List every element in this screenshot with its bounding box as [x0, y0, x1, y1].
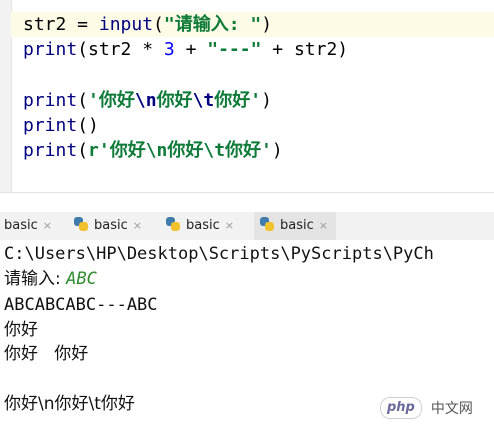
code-token-escape: \t	[192, 90, 215, 111]
console-output-line: ABCABCABC---ABC	[4, 295, 158, 315]
code-line-4[interactable]: print('你好\n你好\t你好')	[11, 88, 494, 113]
code-line-2[interactable]: print(str2 * 3 + "---" + str2)	[11, 37, 494, 62]
code-token: )	[271, 140, 283, 161]
code-token-escape: \n	[134, 90, 157, 111]
console-command-path: C:\Users\HP\Desktop\Scripts\PyScripts\Py…	[4, 244, 434, 264]
console-output-line: 你好\n你好\t你好	[4, 394, 135, 414]
code-token-function: print	[23, 39, 78, 60]
watermark-logo: php	[380, 397, 422, 419]
close-icon[interactable]: ×	[225, 219, 234, 232]
code-token: )	[261, 90, 272, 111]
console-output-line: 你好 你好	[4, 344, 89, 364]
code-token-string: "---"	[207, 39, 262, 60]
python-icon	[166, 217, 180, 231]
code-token-string: '	[250, 90, 262, 111]
console-prompt: 请输入:	[4, 269, 67, 289]
run-tab-label: basic	[186, 218, 220, 233]
run-tab-4-active[interactable]: basic ×	[254, 212, 336, 240]
python-icon	[260, 217, 274, 231]
code-token: (	[77, 90, 89, 111]
code-token-string: 你好	[214, 90, 251, 111]
code-token-string: 你好	[156, 90, 193, 111]
code-token-function: print	[23, 115, 78, 136]
code-editor[interactable]: str2 = input("请输入: ") print(str2 * 3 + "…	[0, 0, 494, 193]
console-output-line: 你好	[4, 320, 38, 340]
code-token-raw-string: r'你好\n你好\t你好'	[88, 140, 272, 161]
run-tab-label: basic	[280, 218, 314, 233]
code-token-string: 你好	[98, 90, 135, 111]
run-tab-3[interactable]: basic ×	[166, 212, 234, 240]
run-tab-2[interactable]: basic ×	[74, 212, 142, 240]
close-icon[interactable]: ×	[319, 219, 328, 232]
close-icon[interactable]: ×	[133, 219, 142, 232]
code-token: (	[153, 14, 164, 35]
console-user-input: ABC	[66, 269, 97, 289]
code-line-6[interactable]: print(r'你好\n你好\t你好')	[11, 138, 494, 163]
code-token: )	[261, 14, 273, 35]
watermark-text: 中文网	[427, 398, 476, 418]
code-token: ()	[77, 115, 99, 136]
code-token-function: input	[98, 14, 154, 35]
run-tab-label: basic	[4, 218, 38, 233]
code-token: (str2 *	[77, 39, 164, 60]
code-line-1[interactable]: str2 = input("请输入: ")	[11, 12, 494, 37]
console-prompt-line: 请输入: ABC	[4, 267, 97, 291]
run-tab-label: basic	[94, 218, 128, 233]
code-token-function: print	[23, 140, 78, 161]
code-token-function: print	[23, 90, 78, 111]
run-tab-1[interactable]: basic ×	[4, 212, 52, 240]
code-token: + str2)	[261, 39, 349, 60]
code-token: +	[174, 39, 208, 60]
code-token-string: "请输入: "	[163, 14, 262, 35]
code-token-string: '	[88, 90, 99, 111]
run-tab-bar: basic × basic × basic × basic ×	[0, 212, 494, 241]
code-token: (	[77, 140, 89, 161]
code-line-5[interactable]: print()	[11, 113, 494, 138]
code-token-number: 3	[163, 39, 175, 60]
code-token: str2 =	[23, 14, 99, 35]
close-icon[interactable]: ×	[43, 219, 52, 232]
code-line-3-blank[interactable]	[11, 62, 494, 87]
watermark: php 中文网	[380, 396, 476, 420]
python-icon	[74, 217, 88, 231]
